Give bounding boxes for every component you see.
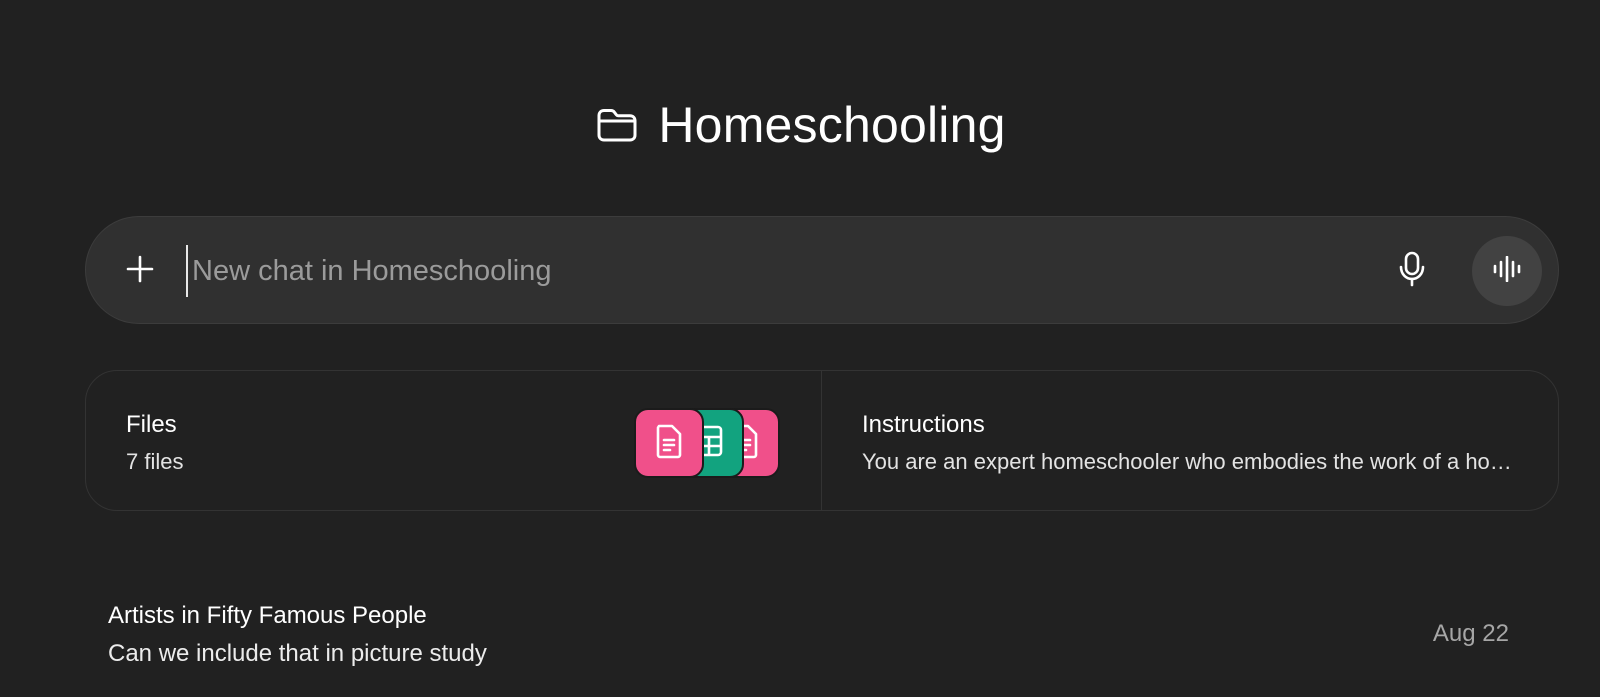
chat-date: Aug 22 (1432, 620, 1509, 647)
files-count: 7 files (126, 449, 184, 474)
add-attachment-button[interactable] (120, 251, 160, 291)
instructions-preview: You are an expert homeschooler who embod… (862, 449, 1522, 474)
project-title: Homeschooling (658, 97, 1006, 153)
instructions-card[interactable]: Instructions You are an expert homeschoo… (822, 371, 1558, 510)
new-chat-input[interactable] (186, 245, 1366, 297)
document-icon (654, 423, 684, 464)
file-tile (634, 408, 704, 478)
dictate-button[interactable] (1388, 247, 1436, 295)
files-card[interactable]: Files 7 files (86, 371, 822, 510)
chat-snippet: Can we include that in picture study (108, 640, 487, 667)
project-cards: Files 7 files Instructions You are an ex… (85, 370, 1559, 511)
voice-mode-button[interactable] (1472, 236, 1542, 306)
instructions-card-title: Instructions (862, 411, 985, 438)
microphone-icon (1398, 251, 1426, 292)
folder-icon (594, 102, 640, 148)
plus-icon (125, 254, 155, 289)
file-preview-stack (634, 408, 794, 482)
chat-list-item[interactable]: Artists in Fifty Famous People Can we in… (85, 590, 1559, 680)
chat-composer (85, 216, 1559, 324)
files-card-title: Files (126, 411, 177, 438)
project-page: Homeschooling New chat in Homeschooling … (0, 0, 1600, 697)
project-header: Homeschooling (0, 92, 1600, 158)
voice-waveform-icon (1492, 255, 1522, 287)
chat-title: Artists in Fifty Famous People (108, 602, 427, 629)
